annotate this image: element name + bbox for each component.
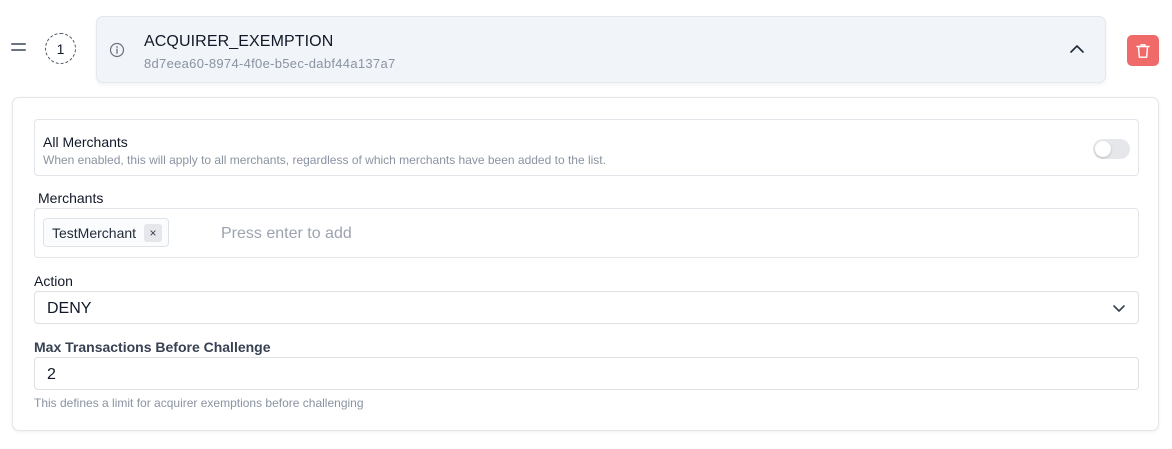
merchants-label: Merchants bbox=[38, 190, 104, 206]
step-number-badge: 1 bbox=[45, 33, 76, 64]
all-merchants-description: When enabled, this will apply to all mer… bbox=[43, 153, 606, 167]
rule-id: 8d7eea60-8974-4f0e-b5ec-dabf44a137a7 bbox=[144, 56, 396, 71]
max-transactions-help: This defines a limit for acquirer exempt… bbox=[34, 396, 364, 410]
max-transactions-input[interactable]: 2 bbox=[34, 357, 1139, 390]
toggle-knob bbox=[1095, 141, 1111, 157]
max-transactions-value: 2 bbox=[47, 366, 56, 383]
all-merchants-toggle[interactable] bbox=[1093, 139, 1130, 159]
merchant-add-input[interactable] bbox=[221, 222, 821, 246]
action-label: Action bbox=[34, 273, 73, 289]
rule-title: ACQUIRER_EXEMPTION bbox=[144, 33, 334, 50]
max-transactions-label: Max Transactions Before Challenge bbox=[34, 339, 271, 355]
chevron-up-icon[interactable] bbox=[1069, 43, 1085, 55]
delete-rule-button[interactable] bbox=[1127, 35, 1159, 66]
action-select[interactable]: DENY bbox=[34, 291, 1139, 324]
all-merchants-title: All Merchants bbox=[43, 134, 128, 150]
drag-handle-icon[interactable] bbox=[11, 43, 26, 53]
info-icon bbox=[109, 42, 125, 58]
trash-icon bbox=[1136, 43, 1150, 58]
merchant-tag: TestMerchant × bbox=[43, 218, 170, 247]
all-merchants-setting: All Merchants When enabled, this will ap… bbox=[34, 119, 1139, 176]
chevron-down-icon bbox=[1113, 305, 1125, 312]
merchants-tag-input[interactable]: TestMerchant × bbox=[34, 208, 1139, 258]
action-selected-value: DENY bbox=[47, 300, 92, 317]
rule-header[interactable]: ACQUIRER_EXEMPTION 8d7eea60-8974-4f0e-b5… bbox=[96, 16, 1106, 83]
merchant-tag-label: TestMerchant bbox=[52, 224, 137, 241]
close-icon[interactable]: × bbox=[144, 223, 163, 242]
rule-body: All Merchants When enabled, this will ap… bbox=[12, 97, 1159, 431]
